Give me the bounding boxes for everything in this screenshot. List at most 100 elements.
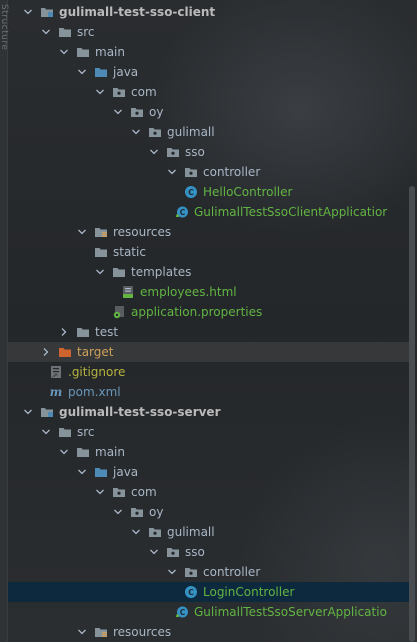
tree-row[interactable]: sso [8, 142, 409, 162]
tree-module-row[interactable]: gulimall-test-sso-server [8, 402, 409, 422]
chevron-down-icon[interactable] [94, 486, 106, 498]
tree-module-row[interactable]: gulimall-test-sso-client [8, 2, 409, 22]
chevron-down-icon[interactable] [148, 546, 160, 558]
tree-item-label: resources [113, 225, 172, 239]
tree-item-label: templates [131, 265, 192, 279]
chevron-down-icon[interactable] [22, 6, 34, 18]
tree-row[interactable]: main [8, 442, 409, 462]
tree-row[interactable]: sso [8, 542, 409, 562]
tree-row[interactable]: C LoginController [8, 582, 409, 602]
tree-item-label: LoginController [203, 585, 295, 599]
chevron-down-icon[interactable] [58, 46, 70, 58]
side-tool-strip[interactable]: Structure [0, 0, 9, 642]
resources-folder-icon [94, 225, 108, 239]
project-tree[interactable]: gulimall-test-sso-client src main java com oy… [8, 2, 409, 642]
maven-icon: m [49, 385, 63, 399]
chevron-down-icon[interactable] [40, 426, 52, 438]
tree-row[interactable]: m pom.xml [8, 382, 409, 402]
chevron-down-icon[interactable] [94, 266, 106, 278]
spring-class-icon: C [175, 605, 189, 619]
tree-item-label: main [95, 445, 125, 459]
spring-class-icon: C [175, 205, 189, 219]
tree-row[interactable]: resources [8, 622, 409, 642]
chevron-right-icon[interactable] [40, 346, 52, 358]
tree-row[interactable]: com [8, 82, 409, 102]
tree-row[interactable]: src [8, 422, 409, 442]
tree-row[interactable]: C GulimallTestSsoServerApplicatio [8, 602, 409, 622]
source-folder-icon [94, 65, 108, 79]
chevron-down-icon[interactable] [76, 66, 88, 78]
module-icon [40, 5, 54, 19]
tree-item-label: HelloController [203, 185, 293, 199]
tree-row[interactable]: resources [8, 222, 409, 242]
class-icon: C [184, 185, 198, 199]
tree-row[interactable]: java [8, 462, 409, 482]
tree-row[interactable]: test [8, 322, 409, 342]
package-icon [130, 105, 144, 119]
chevron-down-icon[interactable] [58, 446, 70, 458]
tree-row[interactable]: oy [8, 502, 409, 522]
package-icon [184, 165, 198, 179]
tree-item-label: oy [149, 505, 164, 519]
tree-item-label: src [77, 25, 95, 39]
excluded-folder-icon [58, 345, 72, 359]
tree-row[interactable]: controller [8, 562, 409, 582]
folder-icon [112, 265, 126, 279]
tree-item-label: oy [149, 105, 164, 119]
tree-item-label: com [131, 485, 157, 499]
chevron-down-icon[interactable] [166, 166, 178, 178]
tree-row[interactable]: gulimall [8, 522, 409, 542]
tree-row[interactable]: target [8, 342, 409, 362]
tree-row[interactable]: employees.html [8, 282, 409, 302]
tree-item-label: java [113, 465, 139, 479]
chevron-down-icon[interactable] [76, 466, 88, 478]
chevron-down-icon[interactable] [148, 146, 160, 158]
package-icon [166, 145, 180, 159]
chevron-down-icon[interactable] [22, 406, 34, 418]
tree-item-label: test [95, 325, 119, 339]
tree-row[interactable]: gulimall [8, 122, 409, 142]
package-icon [184, 565, 198, 579]
tree-item-label: gulimall [167, 525, 215, 539]
tree-item-label: target [77, 345, 114, 359]
tree-item-label: static [113, 245, 146, 259]
chevron-down-icon[interactable] [76, 626, 88, 638]
class-icon: C [184, 585, 198, 599]
svg-text:C: C [188, 588, 194, 597]
chevron-down-icon[interactable] [94, 86, 106, 98]
tree-item-label: sso [185, 545, 205, 559]
tree-row[interactable]: src [8, 22, 409, 42]
package-icon [166, 545, 180, 559]
chevron-down-icon[interactable] [130, 126, 142, 138]
tree-row[interactable]: com [8, 482, 409, 502]
tree-row[interactable]: C HelloController [8, 182, 409, 202]
tree-item-label: GulimallTestSsoServerApplicatio [194, 605, 387, 619]
chevron-right-icon[interactable] [58, 326, 70, 338]
chevron-down-icon[interactable] [76, 226, 88, 238]
tree-row[interactable]: templates [8, 262, 409, 282]
tree-item-label: employees.html [140, 285, 237, 299]
tree-item-label: controller [203, 565, 261, 579]
chevron-down-icon[interactable] [166, 566, 178, 578]
tree-row[interactable]: java [8, 62, 409, 82]
package-icon [148, 525, 162, 539]
tree-row[interactable]: oy [8, 102, 409, 122]
tree-row[interactable]: .gitignore [8, 362, 409, 382]
folder-icon [76, 325, 90, 339]
tree-row[interactable]: static [8, 242, 409, 262]
chevron-down-icon[interactable] [112, 506, 124, 518]
tree-row[interactable]: application.properties [8, 302, 409, 322]
tree-row[interactable]: C GulimallTestSsoClientApplicatior [8, 202, 409, 222]
package-icon [112, 485, 126, 499]
chevron-down-icon[interactable] [40, 26, 52, 38]
tree-row[interactable]: main [8, 42, 409, 62]
package-icon [112, 85, 126, 99]
gitignore-icon [49, 365, 63, 379]
vertical-scrollbar[interactable] [409, 186, 415, 642]
chevron-down-icon[interactable] [130, 526, 142, 538]
tree-item-label: java [113, 65, 139, 79]
chevron-down-icon[interactable] [112, 106, 124, 118]
tree-row[interactable]: controller [8, 162, 409, 182]
properties-file-icon [112, 305, 126, 319]
package-icon [148, 125, 162, 139]
